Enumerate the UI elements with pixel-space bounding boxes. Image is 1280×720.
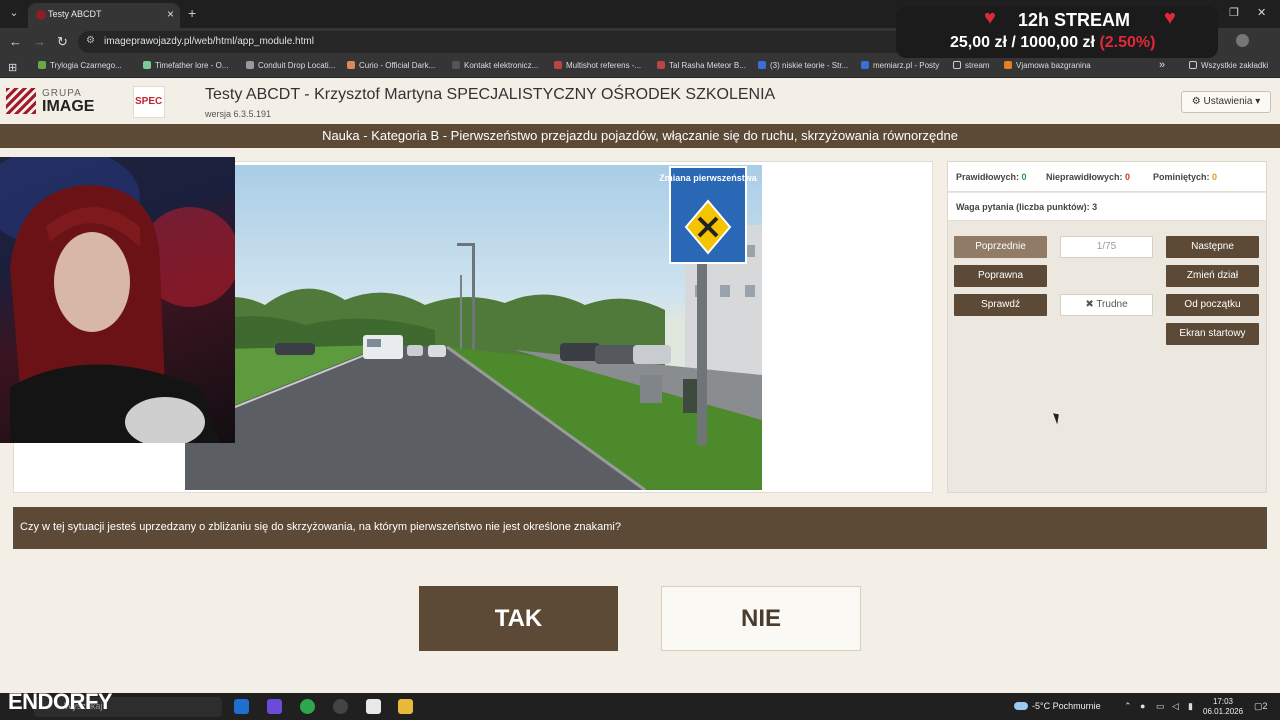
back-icon[interactable]: ← bbox=[9, 34, 22, 49]
tab-search-icon[interactable]: ⌄ bbox=[6, 5, 22, 21]
url-text: imageprawojazdy.pl/web/html/app_module.h… bbox=[104, 36, 314, 47]
settings-dropdown-button[interactable]: ⚙ Ustawienia ▾ bbox=[1181, 91, 1271, 113]
spec-logo: SPEC bbox=[133, 86, 165, 118]
bookmark-favicon-icon bbox=[246, 61, 254, 69]
question-weight-row: Waga pytania (liczba punktów): 3 bbox=[948, 193, 1266, 221]
logo-stripes-icon bbox=[6, 88, 36, 114]
question-photo: Zmiana pierwszeństwa bbox=[185, 165, 762, 490]
site-info-icon[interactable]: ⚙ bbox=[86, 35, 95, 46]
reload-icon[interactable]: ↻ bbox=[57, 34, 68, 50]
bookmark-favicon-icon bbox=[758, 61, 766, 69]
stream-goal-amount: 25,00 zł / 1000,00 zł (2.50%) bbox=[950, 34, 1156, 51]
show-correct-button[interactable]: Poprawna bbox=[954, 265, 1047, 287]
skipped-count: Pominiętych: 0 bbox=[1153, 172, 1218, 182]
bookmark-item[interactable]: Curio - Official Dark... bbox=[347, 61, 435, 70]
answer-yes-button[interactable]: TAK bbox=[419, 586, 618, 651]
question-bar: Czy w tej sytuacji jesteś uprzedzany o z… bbox=[13, 507, 1267, 549]
file-explorer-icon[interactable] bbox=[398, 699, 413, 714]
volume-icon[interactable]: ◁ bbox=[1172, 701, 1179, 712]
folder-icon bbox=[953, 61, 961, 69]
bookmark-favicon-icon bbox=[347, 61, 355, 69]
start-screen-button[interactable]: Ekran startowy bbox=[1166, 323, 1259, 345]
heart-icon: ♥ bbox=[984, 7, 996, 29]
stats-row: Prawidłowych: 0 Nieprawidłowych: 0 Pomin… bbox=[948, 162, 1266, 192]
bookmark-favicon-icon bbox=[861, 61, 869, 69]
bookmark-item[interactable]: Trylogia Czarnego... bbox=[38, 61, 122, 70]
sign-text: Zmiana pierwszeństwa bbox=[659, 173, 758, 183]
bookmark-item[interactable]: memiarz.pl - Posty bbox=[861, 61, 939, 70]
check-button[interactable]: Sprawdź bbox=[954, 294, 1047, 316]
mark-hard-button[interactable]: ✖ Trudne bbox=[1060, 294, 1153, 316]
question-weight: Waga pytania (liczba punktów): 3 bbox=[956, 202, 1098, 212]
bookmark-favicon-icon bbox=[143, 61, 151, 69]
previous-button[interactable]: Poprzednie bbox=[954, 236, 1047, 258]
incorrect-count: Nieprawidłowych: 0 bbox=[1046, 172, 1131, 182]
close-window-icon[interactable]: ✕ bbox=[1257, 6, 1266, 19]
notifications-icon[interactable]: ▢2 bbox=[1254, 701, 1268, 712]
bookmark-folder[interactable]: stream bbox=[953, 61, 989, 70]
bookmark-item[interactable]: Multishot referens -... bbox=[554, 61, 641, 70]
apps-grid-icon[interactable]: ⊞ bbox=[8, 61, 17, 74]
browser-tab[interactable]: Testy ABCDT × bbox=[28, 3, 180, 28]
version-label: wersja 6.3.5.191 bbox=[205, 109, 272, 119]
profile-avatar[interactable] bbox=[1236, 34, 1249, 47]
tray-chevron-icon[interactable]: ⌃ bbox=[1124, 701, 1132, 712]
system-clock[interactable]: 17:03 06.01.2026 bbox=[1203, 697, 1243, 717]
bookmark-favicon-icon bbox=[554, 61, 562, 69]
bookmark-item[interactable]: (3) niskie teorie - Str... bbox=[758, 61, 848, 70]
cloud-icon bbox=[1014, 702, 1028, 710]
close-tab-icon[interactable]: × bbox=[167, 7, 174, 21]
chrome-icon[interactable] bbox=[300, 699, 315, 714]
app-icon[interactable] bbox=[366, 699, 381, 714]
stream-goal-overlay: ♥ 12h STREAM ♥ 25,00 zł / 1000,00 zł (2.… bbox=[896, 6, 1218, 58]
restart-button[interactable]: Od początku bbox=[1166, 294, 1259, 316]
correct-count: Prawidłowych: 0 bbox=[956, 172, 1027, 182]
taskbar: Wyszukaj ENDORFY -5°C Pochmurnie ⌃ ● ▭ ◁… bbox=[0, 689, 1280, 720]
change-section-button[interactable]: Zmień dział bbox=[1166, 265, 1259, 287]
network-icon[interactable]: ▭ bbox=[1156, 701, 1165, 712]
bookmark-item[interactable]: Conduit Drop Locati... bbox=[246, 61, 335, 70]
all-bookmarks-folder[interactable]: Wszystkie zakładki bbox=[1189, 61, 1268, 70]
bookmark-favicon-icon bbox=[38, 61, 46, 69]
endorfy-watermark: ENDORFY bbox=[8, 689, 113, 714]
question-text: Czy w tej sytuacji jesteś uprzedzany o z… bbox=[20, 521, 621, 533]
heart-icon: ♥ bbox=[1164, 7, 1176, 29]
weather-widget[interactable]: -5°C Pochmurnie bbox=[1014, 701, 1101, 711]
bookmark-favicon-icon bbox=[657, 61, 665, 69]
obs-icon[interactable] bbox=[333, 699, 348, 714]
favicon-icon bbox=[36, 10, 46, 20]
question-control-panel: Prawidłowych: 0 Nieprawidłowych: 0 Pomin… bbox=[947, 161, 1267, 493]
bookmark-item[interactable]: Vjamowa bazgranina bbox=[1004, 61, 1091, 70]
bookmark-favicon-icon bbox=[452, 61, 460, 69]
new-tab-icon[interactable]: + bbox=[188, 5, 196, 21]
bookmark-item[interactable]: Timefather lore - O... bbox=[143, 61, 229, 70]
category-bar: Nauka - Kategoria B - Pierwszeństwo prze… bbox=[0, 124, 1280, 148]
streamer-webcam bbox=[0, 157, 235, 443]
question-counter: 1/75 bbox=[1060, 236, 1153, 258]
answer-no-button[interactable]: NIE bbox=[661, 586, 861, 651]
forward-icon[interactable]: → bbox=[33, 34, 46, 49]
bookmark-favicon-icon bbox=[1004, 61, 1012, 69]
bookmark-item[interactable]: Tal Rasha Meteor B... bbox=[657, 61, 746, 70]
discord-icon[interactable] bbox=[267, 699, 282, 714]
bookmarks-bar: ⊞ Trylogia Czarnego... Timefather lore -… bbox=[0, 56, 1280, 78]
more-bookmarks-icon[interactable]: » bbox=[1159, 59, 1165, 71]
battery-icon[interactable]: ▮ bbox=[1188, 701, 1193, 712]
tab-title: Testy ABCDT bbox=[48, 9, 102, 19]
copilot-icon[interactable] bbox=[234, 699, 249, 714]
microphone-icon[interactable]: ● bbox=[1140, 701, 1145, 711]
site-header: GRUPA IMAGE SPEC Testy ABCDT - Krzysztof… bbox=[0, 78, 1280, 124]
next-button[interactable]: Następne bbox=[1166, 236, 1259, 258]
page-title: Testy ABCDT - Krzysztof Martyna SPECJALI… bbox=[205, 86, 776, 103]
restore-icon[interactable]: ❐ bbox=[1229, 6, 1239, 19]
stream-title: 12h STREAM bbox=[1018, 10, 1131, 30]
folder-icon bbox=[1189, 61, 1197, 69]
bookmark-item[interactable]: Kontakt elektronicz... bbox=[452, 61, 538, 70]
